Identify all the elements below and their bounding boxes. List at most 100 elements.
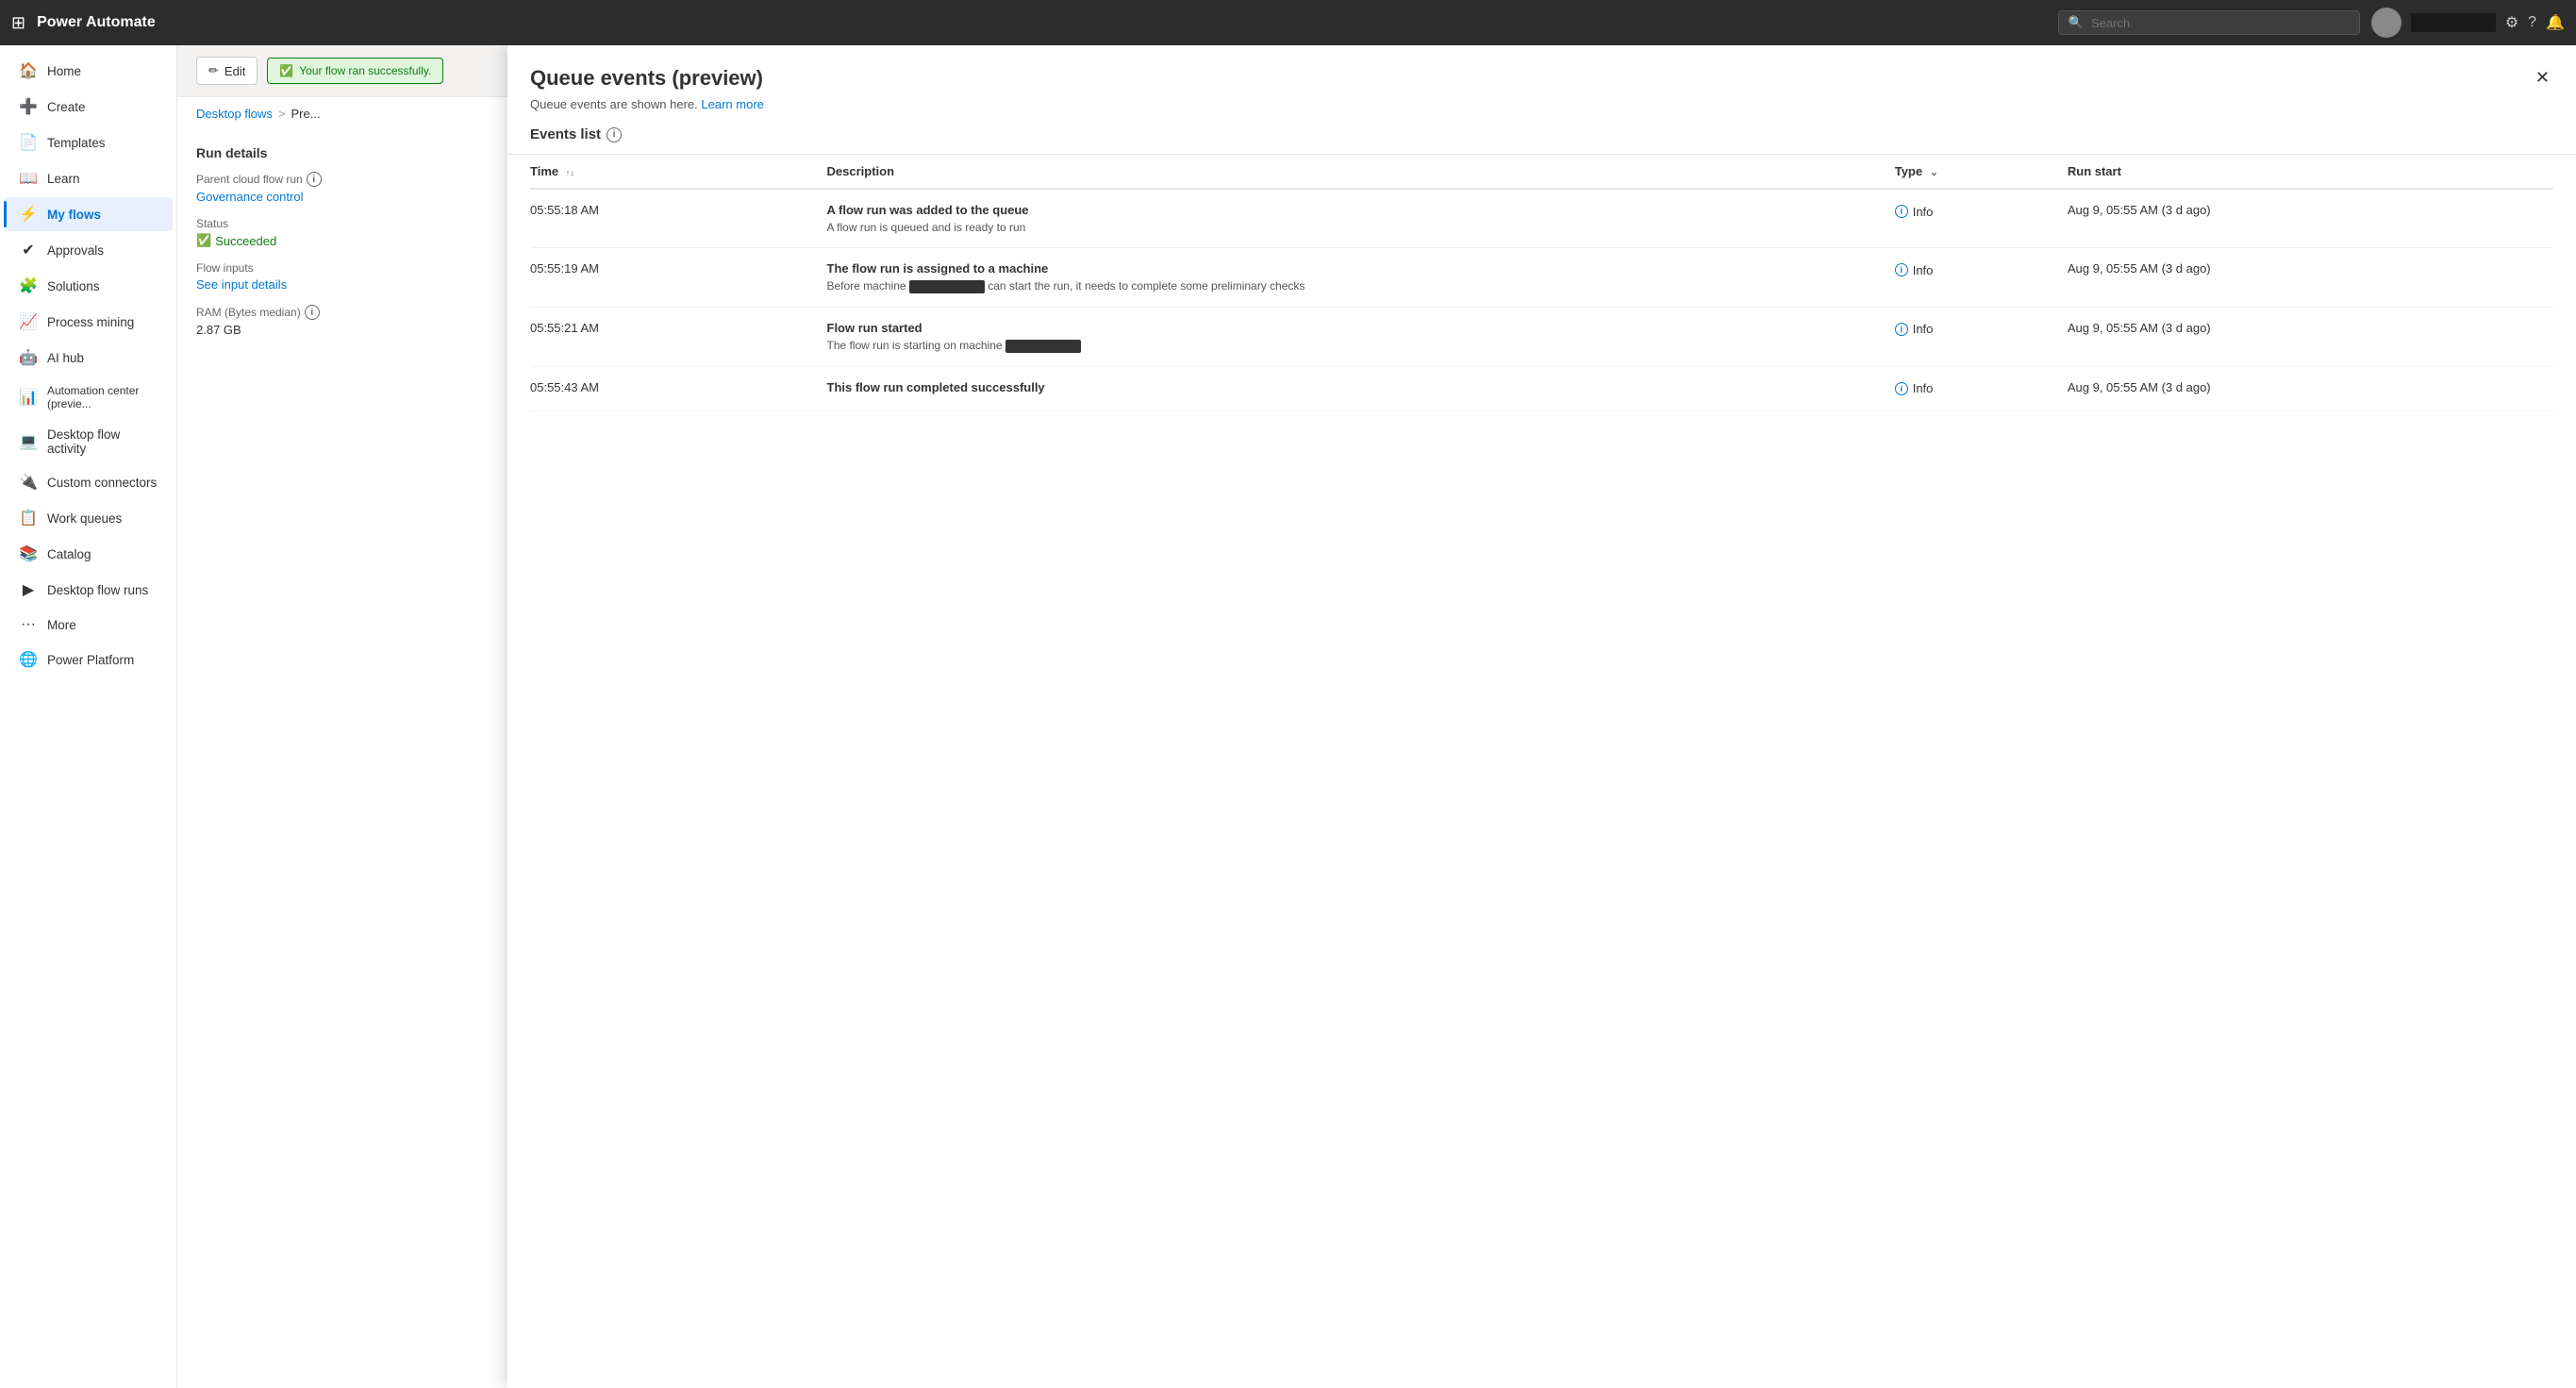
panel-title: Queue events (preview) — [530, 66, 763, 91]
sidebar-item-label: Learn — [47, 172, 80, 186]
sidebar-item-approvals[interactable]: ✔ Approvals — [4, 233, 173, 267]
sidebar-item-power-platform[interactable]: 🌐 Power Platform — [4, 643, 173, 677]
topbar: ⊞ Power Automate 🔍 ⚙ ? 🔔 — [0, 0, 2576, 45]
sidebar-item-label: Catalog — [47, 547, 91, 561]
col-run-start: Run start — [2068, 155, 2553, 189]
sidebar-item-label: Home — [47, 64, 81, 78]
success-icon: ✅ — [279, 64, 293, 77]
type-filter-icon[interactable]: ⌄ — [1930, 167, 1938, 178]
cell-desc-3: Flow run started The flow run is startin… — [827, 307, 1895, 366]
sidebar-item-desktop-flow-runs[interactable]: ▶ Desktop flow runs — [4, 573, 173, 607]
learn-more-link[interactable]: Learn more — [701, 97, 763, 111]
cell-time-3: 05:55:21 AM — [530, 307, 827, 366]
type-badge-1: i Info — [1895, 205, 1934, 219]
panel-body: Time ↑↓ Description Type ⌄ Run — [507, 155, 2576, 1388]
learn-icon: 📖 — [19, 169, 38, 188]
type-badge-4: i Info — [1895, 381, 1934, 395]
breadcrumb-current: Pre... — [291, 107, 321, 121]
sidebar-item-label: Create — [47, 100, 86, 114]
info-dot-icon: i — [1895, 382, 1908, 395]
cell-type-4: i Info — [1895, 366, 2068, 410]
app-brand: Power Automate — [37, 14, 2047, 31]
panel-subtitle: Queue events are shown here. Learn more — [530, 97, 2553, 111]
solutions-icon: 🧩 — [19, 276, 38, 295]
sidebar-item-label: Templates — [47, 136, 106, 150]
sidebar-item-label: Process mining — [47, 315, 134, 329]
search-input[interactable] — [2091, 16, 2350, 30]
sidebar-item-custom-connectors[interactable]: 🔌 Custom connectors — [4, 465, 173, 499]
home-icon: 🏠 — [19, 61, 38, 80]
sidebar-item-work-queues[interactable]: 📋 Work queues — [4, 501, 173, 535]
table-row: 05:55:21 AM Flow run started The flow ru… — [530, 307, 2553, 366]
cell-type-1: i Info — [1895, 189, 2068, 248]
topbar-right: ⚙ ? 🔔 — [2371, 8, 2565, 38]
sidebar-item-label: More — [47, 618, 76, 632]
panel-close-button[interactable]: ✕ — [2532, 64, 2553, 92]
events-list-info-icon: i — [607, 127, 622, 142]
sidebar-item-templates[interactable]: 📄 Templates — [4, 125, 173, 159]
process-mining-icon: 📈 — [19, 312, 38, 331]
cell-runstart-4: Aug 9, 05:55 AM (3 d ago) — [2068, 366, 2553, 410]
settings-icon[interactable]: ⚙ — [2505, 13, 2518, 32]
info-dot-icon: i — [1895, 323, 1908, 336]
sidebar-item-label: My flows — [47, 208, 101, 222]
catalog-icon: 📚 — [19, 544, 38, 563]
time-sort-icons[interactable]: ↑↓ — [566, 168, 574, 177]
search-bar[interactable]: 🔍 — [2058, 10, 2360, 35]
redacted-machine-name-1 — [909, 280, 985, 293]
panel-title-row: Queue events (preview) ✕ — [530, 64, 2553, 92]
sidebar-item-my-flows[interactable]: ⚡ My flows — [4, 197, 173, 231]
sidebar-item-desktop-flow-activity[interactable]: 💻 Desktop flow activity — [4, 420, 173, 463]
sidebar-item-label: Custom connectors — [47, 476, 157, 490]
sidebar-item-process-mining[interactable]: 📈 Process mining — [4, 305, 173, 339]
ai-hub-icon: 🤖 — [19, 348, 38, 367]
notifications-icon[interactable]: 🔔 — [2546, 13, 2565, 32]
cell-desc-1: A flow run was added to the queue A flow… — [827, 189, 1895, 248]
panel-header: Queue events (preview) ✕ Queue events ar… — [507, 45, 2576, 155]
success-banner: ✅ Your flow ran successfully. — [267, 58, 443, 84]
sidebar-item-label: Desktop flow runs — [47, 583, 148, 597]
sidebar-item-create[interactable]: ➕ Create — [4, 90, 173, 124]
info-icon: i — [307, 172, 322, 187]
cell-type-2: i Info — [1895, 248, 2068, 308]
sidebar-item-label: Power Platform — [47, 653, 134, 667]
ram-info-icon: i — [305, 305, 320, 320]
cell-runstart-2: Aug 9, 05:55 AM (3 d ago) — [2068, 248, 2553, 308]
table-header-row: Time ↑↓ Description Type ⌄ Run — [530, 155, 2553, 189]
sidebar-item-ai-hub[interactable]: 🤖 AI hub — [4, 341, 173, 375]
templates-icon: 📄 — [19, 133, 38, 152]
avatar[interactable] — [2371, 8, 2401, 38]
sidebar-item-home[interactable]: 🏠 Home — [4, 54, 173, 88]
create-icon: ➕ — [19, 97, 38, 116]
sidebar-item-solutions[interactable]: 🧩 Solutions — [4, 269, 173, 303]
table-row: 05:55:43 AM This flow run completed succ… — [530, 366, 2553, 410]
sidebar-item-learn[interactable]: 📖 Learn — [4, 161, 173, 195]
cell-time-1: 05:55:18 AM — [530, 189, 827, 248]
events-table: Time ↑↓ Description Type ⌄ Run — [530, 155, 2553, 411]
edit-icon: ✏ — [208, 63, 219, 78]
help-icon[interactable]: ? — [2528, 14, 2536, 31]
col-type: Type ⌄ — [1895, 155, 2068, 189]
edit-button[interactable]: ✏ Edit — [196, 57, 258, 85]
cell-desc-4: This flow run completed successfully — [827, 366, 1895, 410]
more-icon: ··· — [19, 616, 38, 633]
sidebar-item-more[interactable]: ··· More — [4, 609, 173, 641]
custom-connectors-icon: 🔌 — [19, 473, 38, 492]
sidebar-item-catalog[interactable]: 📚 Catalog — [4, 537, 173, 571]
sidebar-item-automation-center[interactable]: 📊 Automation center (previe... — [4, 376, 173, 418]
grid-icon[interactable]: ⊞ — [11, 13, 25, 33]
events-list-header: Events list i — [530, 126, 2553, 154]
type-badge-3: i Info — [1895, 322, 1934, 336]
breadcrumb-desktop-flows[interactable]: Desktop flows — [196, 107, 273, 121]
cell-time-4: 05:55:43 AM — [530, 366, 827, 410]
sidebar: 🏠 Home ➕ Create 📄 Templates 📖 Learn ⚡ My… — [0, 45, 177, 1388]
cell-runstart-1: Aug 9, 05:55 AM (3 d ago) — [2068, 189, 2553, 248]
desktop-flow-runs-icon: ▶ — [19, 580, 38, 599]
main-wrapper: 🏠 Home ➕ Create 📄 Templates 📖 Learn ⚡ My… — [0, 45, 2576, 1388]
approvals-icon: ✔ — [19, 241, 38, 259]
queue-events-panel: Queue events (preview) ✕ Queue events ar… — [507, 45, 2576, 1388]
redacted-name — [2411, 13, 2496, 32]
sidebar-item-label: Approvals — [47, 243, 104, 258]
sidebar-item-label: AI hub — [47, 351, 84, 365]
automation-center-icon: 📊 — [19, 388, 38, 407]
